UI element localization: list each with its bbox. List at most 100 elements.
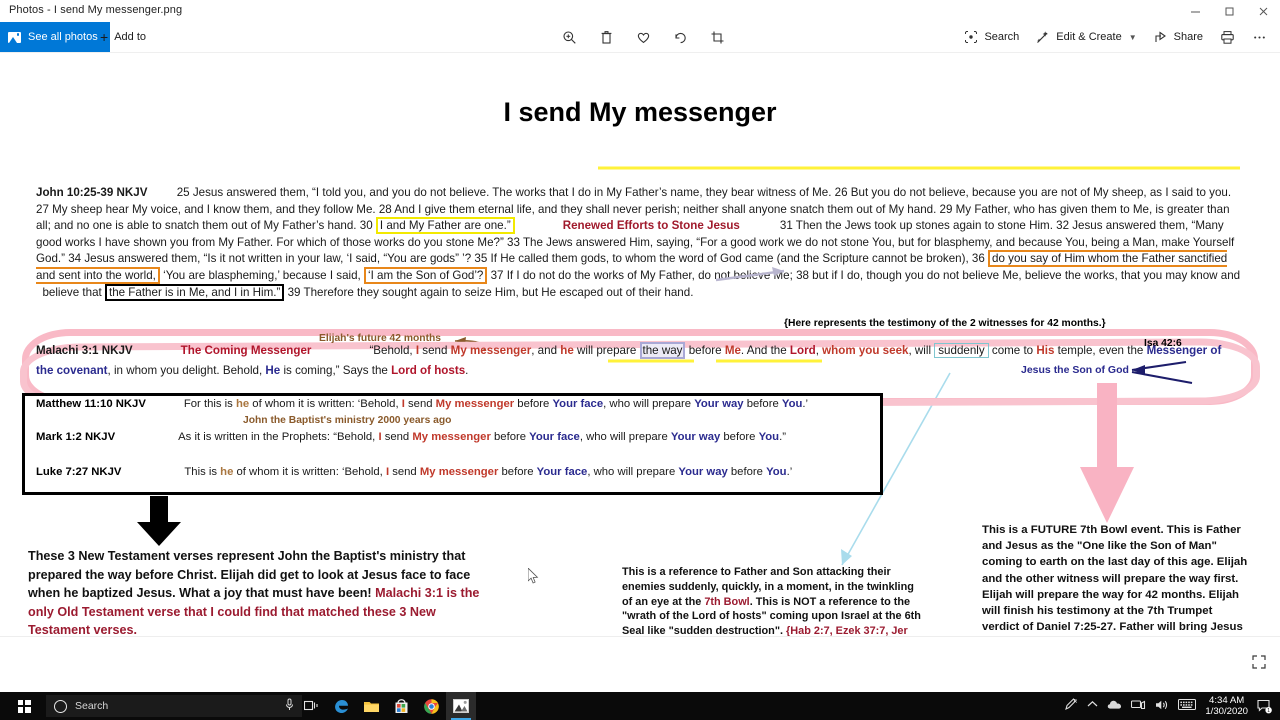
edit-create-button[interactable]: Edit & Create ▼: [1029, 25, 1143, 49]
mark-mid5: before: [720, 431, 759, 443]
crop-button[interactable]: [703, 25, 732, 49]
window-controls: [1178, 0, 1280, 22]
zoom-button[interactable]: [555, 25, 584, 49]
favorite-button[interactable]: [629, 25, 658, 49]
mal-t6: . And the: [740, 344, 790, 357]
delete-icon: [599, 30, 614, 45]
onedrive-icon[interactable]: [1107, 699, 1122, 713]
luke-mid1: of whom it is written: ‘Behold,: [233, 466, 386, 478]
fullscreen-icon[interactable]: [1252, 655, 1266, 672]
mal-t3: , and: [531, 344, 561, 357]
file-explorer-button[interactable]: [356, 692, 386, 720]
clock-date: 1/30/2020: [1205, 706, 1248, 717]
john-baptist-ministry-note: John the Baptist's ministry 2000 years a…: [243, 415, 452, 426]
toolbar-center-group: [555, 22, 732, 52]
maximize-button[interactable]: [1212, 0, 1246, 22]
mark-your-face: Your face: [529, 431, 580, 443]
chrome-browser-button[interactable]: [416, 692, 446, 720]
image-canvas[interactable]: I send My messenger John 10:25-39 NKJV 2…: [0, 53, 1280, 686]
mark-my-messenger: My messenger: [412, 431, 491, 443]
volume-icon[interactable]: [1155, 699, 1169, 714]
search-button[interactable]: Search: [957, 25, 1026, 49]
share-button[interactable]: Share: [1147, 25, 1210, 49]
microsoft-store-button[interactable]: [386, 692, 416, 720]
highlight-father-is-in-me: the Father is in Me, and I in Him.”: [104, 283, 285, 301]
mal-he: he: [560, 344, 574, 357]
more-options-button[interactable]: [1245, 25, 1274, 49]
add-to-label: Add to: [114, 31, 146, 43]
see-all-photos-label: See all photos: [28, 31, 98, 43]
matthew-reference: Matthew 11:10 NKJV: [36, 398, 146, 410]
luke-end: .’: [786, 466, 793, 478]
left-commentary-note: These 3 New Testament verses represent J…: [28, 547, 498, 640]
mal-t12: , in whom you delight. Behold,: [107, 364, 266, 377]
windows-taskbar: Search R 4:34 AM 1/30/2020 1: [0, 692, 1280, 720]
taskbar-search-placeholder: Search: [75, 700, 109, 712]
mal-t8: , will: [908, 344, 935, 357]
table-row: Luke 7:27 NKJV This is he of whom it is w…: [36, 466, 792, 478]
search-icon: [964, 30, 979, 45]
luke-my-messenger: My messenger: [419, 466, 499, 478]
table-row: Mark 1:2 NKJV As it is written in the Pro…: [36, 431, 786, 443]
zoom-icon: [562, 30, 577, 45]
rotate-icon: [673, 30, 688, 45]
malachi-reference: Malachi 3:1 NKJV: [36, 344, 133, 357]
taskbar-pinned-apps: [296, 692, 476, 720]
mal-my-messenger: My messenger: [450, 344, 532, 357]
luke-you: You: [766, 466, 787, 478]
taskbar-clock[interactable]: 4:34 AM 1/30/2020: [1205, 695, 1248, 717]
notifications-button[interactable]: 1: [1257, 699, 1272, 714]
network-icon[interactable]: [1131, 699, 1146, 714]
matthew-your-way: Your way: [694, 398, 744, 410]
mal-He: He: [265, 364, 281, 377]
cortana-circle-icon: [54, 699, 67, 713]
highlight-suddenly: suddenly: [934, 343, 989, 358]
photos-app-button[interactable]: [446, 692, 476, 720]
close-button[interactable]: [1246, 0, 1280, 22]
taskbar-search-box[interactable]: Search: [46, 695, 302, 717]
mal-t5: before: [685, 344, 725, 357]
luke-mid3: before: [498, 466, 537, 478]
matthew-mid2: send: [404, 398, 436, 410]
mark-mid4: , who will prepare: [579, 431, 671, 443]
mouse-cursor: [528, 568, 539, 584]
mark-your-way: Your way: [670, 431, 721, 443]
matthew-pre: For this is: [183, 398, 236, 410]
delete-button[interactable]: [592, 25, 621, 49]
matthew-your-face: Your face: [552, 398, 604, 410]
title-bar: Photos - I send My messenger.png: [0, 0, 1280, 22]
more-options-icon: [1252, 30, 1267, 45]
highlight-the-way: the way: [639, 342, 686, 359]
task-view-button[interactable]: [296, 692, 326, 720]
touch-keyboard-icon[interactable]: [1178, 699, 1197, 713]
show-hidden-icons-button[interactable]: [1087, 700, 1098, 712]
mal-t9: come to: [988, 344, 1037, 357]
plus-icon: +: [100, 29, 109, 45]
mark-you: You: [758, 431, 780, 443]
malachi-verse-block: Malachi 3:1 NKJV The Coming Messenger “Beh…: [36, 341, 1241, 381]
mal-t4: will prepare: [573, 344, 640, 357]
print-button[interactable]: [1213, 25, 1242, 49]
rotate-button[interactable]: [666, 25, 695, 49]
edge-browser-button[interactable]: [326, 692, 356, 720]
mark-reference: Mark 1:2 NKJV: [36, 431, 116, 443]
mal-lord-of-hosts: Lord of hosts: [391, 364, 466, 377]
matthew-mid1: of whom it is written: ‘Behold,: [249, 398, 402, 410]
pen-workspace-icon[interactable]: R: [1064, 698, 1078, 714]
minimize-button[interactable]: [1178, 0, 1212, 22]
matthew-mid3: before: [514, 398, 553, 410]
viewer-status-bar: [0, 636, 1280, 687]
matthew-my-messenger: My messenger: [435, 398, 515, 410]
mal-me: Me: [724, 344, 741, 357]
mark-end: .”: [779, 431, 786, 443]
edit-create-label: Edit & Create: [1056, 31, 1122, 43]
microphone-icon[interactable]: [285, 698, 294, 714]
mark-pre: As it is written in the Prophets: “Behol…: [178, 431, 379, 443]
luke-pre: This is: [184, 466, 221, 478]
start-button[interactable]: [6, 692, 42, 720]
add-to-button[interactable]: + Add to: [92, 22, 154, 52]
search-label: Search: [984, 31, 1020, 43]
john-text-part3: ‘You are blaspheming,’ because I said,: [159, 268, 364, 282]
photos-app-window: Photos - I send My messenger.png See all…: [0, 0, 1280, 720]
table-row: Matthew 11:10 NKJV For this is he of whom…: [36, 398, 808, 410]
